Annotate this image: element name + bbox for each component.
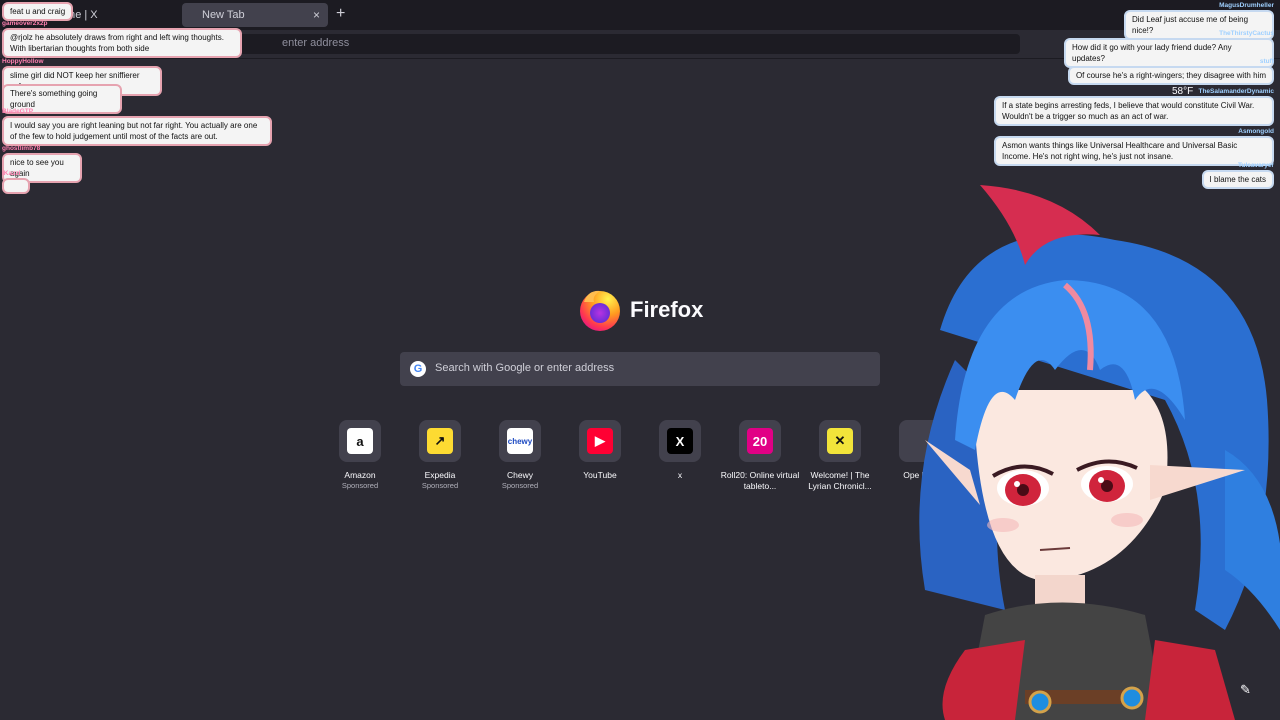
shortcut-label: Chewy: [507, 470, 533, 480]
chat-text: feat u and craig: [2, 2, 74, 21]
shortcut-label: Roll20: Online virtual tableto...: [720, 470, 800, 491]
edit-icon[interactable]: ✎: [1240, 682, 1258, 700]
close-icon[interactable]: ×: [313, 3, 320, 27]
chat-username: TheThirstyCactus: [1219, 30, 1274, 37]
chat-username: BladeGTP: [2, 108, 34, 115]
sponsored-label: Sponsored: [501, 481, 539, 490]
chat-text: [2, 178, 30, 194]
site-icon: 20: [747, 428, 773, 454]
shortcut-tile[interactable]: chewy Chewy Sponsored: [480, 420, 560, 491]
shortcut-tile[interactable]: ↗ Expedia Sponsored: [400, 420, 480, 491]
chat-username: gameover2x2p: [2, 20, 48, 27]
shortcut-tile-background: ↗: [419, 420, 461, 462]
shortcut-tile[interactable]: ▶ YouTube: [560, 420, 640, 481]
chat-username: Tulcavaryer: [1237, 162, 1274, 169]
chat-username: stuft: [1259, 58, 1274, 65]
search-input[interactable]: G Search with Google or enter address: [400, 352, 880, 386]
shortcut-tile-background: X: [659, 420, 701, 462]
chat-message: gameover2x2p @rjolz he absolutely draws f…: [2, 20, 242, 58]
chat-message: TheSalamanderDynamic If a state begins ar…: [994, 88, 1274, 126]
shortcut-tile-background: chewy: [499, 420, 541, 462]
site-icon: ✕: [827, 428, 853, 454]
shortcut-label: x: [677, 470, 683, 480]
chat-message: stuft Of course he's a right-wingers; the…: [1054, 58, 1274, 85]
sponsored-label: Sponsored: [421, 481, 459, 490]
site-icon: ↗: [427, 428, 453, 454]
site-icon: ▶: [587, 428, 613, 454]
chat-message: feat u and craig: [2, 2, 272, 21]
chat-text: @rjolz he absolutely draws from right an…: [2, 28, 242, 58]
sponsored-label: Sponsored: [341, 481, 379, 490]
shortcut-tile-background: 20: [739, 420, 781, 462]
shortcut-tile[interactable]: 20 Roll20: Online virtual tableto...: [720, 420, 800, 492]
search-placeholder: Search with Google or enter address: [435, 362, 615, 374]
url-placeholder: enter address: [282, 37, 350, 49]
chat-username: TheSalamanderDynamic: [1198, 88, 1274, 95]
url-bar[interactable]: enter address: [180, 34, 1020, 54]
shortcut-tile-background: ▶: [579, 420, 621, 462]
chat-username: MagusDrumheller: [1219, 2, 1274, 9]
vtuber-avatar: [919, 185, 1280, 720]
shortcut-label: YouTube: [583, 470, 617, 480]
shortcut-label: Welcome! | The Lyrian Chronicl...: [808, 470, 872, 491]
chat-username: ghostlimb78: [2, 145, 41, 152]
shortcut-tile[interactable]: a Amazon Sponsored: [320, 420, 400, 491]
chat-message: iKazzi: [2, 170, 30, 197]
shortcut-tile[interactable]: Xx: [640, 420, 720, 481]
shortcut-tile-background: ✕: [819, 420, 861, 462]
chat-message: Asmongold Asmon wants things like Univers…: [994, 128, 1274, 166]
shortcut-tile[interactable]: ✕ Welcome! | The Lyrian Chronicl...: [800, 420, 880, 492]
shortcut-label: Amazon: [344, 470, 376, 480]
firefox-wordmark: Firefox: [630, 297, 704, 322]
chat-username: Asmongold: [1238, 128, 1274, 135]
firefox-logo-icon: [580, 290, 620, 331]
new-tab-button[interactable]: +: [336, 5, 345, 23]
chat-text: I would say you are right leaning but no…: [2, 116, 272, 146]
site-icon: a: [347, 428, 373, 454]
chat-message: BladeGTP I would say you are right leanin…: [2, 108, 272, 146]
google-icon: G: [410, 361, 426, 377]
chat-text: If a state begins arresting feds, I beli…: [994, 96, 1274, 126]
chat-username: iKazzi: [2, 170, 21, 177]
shortcut-label: Expedia: [424, 470, 456, 480]
site-icon: X: [667, 428, 693, 454]
shortcut-tile-background: a: [339, 420, 381, 462]
site-icon: chewy: [507, 428, 533, 454]
chat-text: Of course he's a right-wingers; they dis…: [1067, 66, 1274, 85]
chat-username: HoppyHollow: [2, 58, 44, 65]
